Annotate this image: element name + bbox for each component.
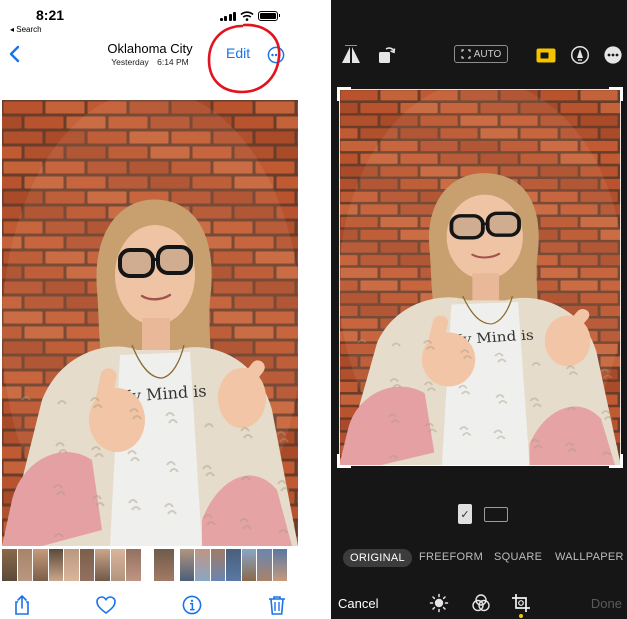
portrait-orientation-button[interactable]: ✓ <box>458 504 472 524</box>
wifi-icon <box>240 11 254 21</box>
thumbnail[interactable] <box>33 549 48 581</box>
thumbnail[interactable] <box>257 549 272 581</box>
thumbnail-strip[interactable] <box>2 549 298 581</box>
crop-preview-photo[interactable]: My Mind is <box>339 89 621 466</box>
main-photo[interactable]: My Mind is <box>2 100 298 546</box>
heart-icon[interactable] <box>95 594 117 616</box>
album-title: Oklahoma City <box>107 41 193 56</box>
thumbnail[interactable] <box>110 549 125 581</box>
active-tool-indicator <box>519 614 523 618</box>
cancel-button[interactable]: Cancel <box>338 596 378 611</box>
edit-button[interactable]: Edit <box>226 45 250 61</box>
markup-pen-icon[interactable] <box>570 45 590 65</box>
aspect-ratio-icon[interactable] <box>536 45 556 65</box>
mode-freeform[interactable]: FREEFORM <box>419 551 483 563</box>
status-time: 8:21 <box>36 7 65 23</box>
mode-square[interactable]: SQUARE <box>494 551 542 563</box>
photo-image: My Mind is <box>2 100 298 546</box>
thumbnail[interactable] <box>95 549 110 581</box>
orientation-toggle: ✓ <box>331 504 627 524</box>
thumbnail[interactable] <box>226 549 241 581</box>
thumbnail[interactable] <box>241 549 256 581</box>
thumbnail[interactable] <box>210 549 225 581</box>
bottom-toolbar <box>0 592 300 616</box>
landscape-orientation-button[interactable] <box>484 507 508 522</box>
thumbnail[interactable] <box>17 549 32 581</box>
aspect-mode-selector: ORIGINAL FREEFORM SQUARE WALLPAPER <box>331 548 627 570</box>
adjust-icon[interactable] <box>429 593 449 613</box>
auto-crop-button[interactable]: AUTO <box>454 45 508 63</box>
trash-icon[interactable] <box>266 594 288 616</box>
flip-icon[interactable] <box>340 45 362 65</box>
photo-time: 6:14 PM <box>157 57 189 67</box>
share-icon[interactable] <box>11 594 33 616</box>
photos-viewer-pane: 8:21 ◂ Search Oklahoma City Yesterday 6:… <box>0 0 300 619</box>
thumbnail[interactable] <box>272 549 287 581</box>
cellular-signal-icon <box>219 11 236 21</box>
crop-icon[interactable] <box>511 593 531 613</box>
mode-wallpaper[interactable]: WALLPAPER <box>555 551 624 563</box>
battery-icon <box>258 11 280 21</box>
mode-original[interactable]: ORIGINAL <box>343 549 412 567</box>
thumbnail[interactable] <box>179 549 194 581</box>
ellipsis-circle-icon[interactable] <box>267 46 285 64</box>
thumbnail[interactable] <box>195 549 210 581</box>
thumbnail-current[interactable] <box>153 549 174 581</box>
auto-label: AUTO <box>473 48 502 60</box>
status-back-to-search[interactable]: ◂ Search <box>10 25 42 34</box>
filters-icon[interactable] <box>471 593 491 613</box>
thumbnail[interactable] <box>2 549 17 581</box>
thumbnail[interactable] <box>64 549 79 581</box>
info-icon[interactable] <box>181 594 203 616</box>
thumbnail[interactable] <box>79 549 94 581</box>
done-button[interactable]: Done <box>591 596 622 611</box>
photo-editor-pane: AUTO My Mind is ✓ ORIGINAL FREEFORM SQUARE… <box>331 0 627 619</box>
thumbnail[interactable] <box>48 549 63 581</box>
editor-bottom-toolbar: Cancel Done <box>331 590 627 618</box>
ellipsis-circle-icon[interactable] <box>603 45 623 65</box>
rotate-icon[interactable] <box>377 45 397 65</box>
status-icons <box>219 11 280 21</box>
photo-date-subtitle: Yesterday 6:14 PM <box>0 57 300 67</box>
photo-image: My Mind is <box>339 89 621 466</box>
crop-auto-icon <box>461 49 471 59</box>
thumbnail[interactable] <box>126 549 141 581</box>
photo-day: Yesterday <box>111 57 149 67</box>
